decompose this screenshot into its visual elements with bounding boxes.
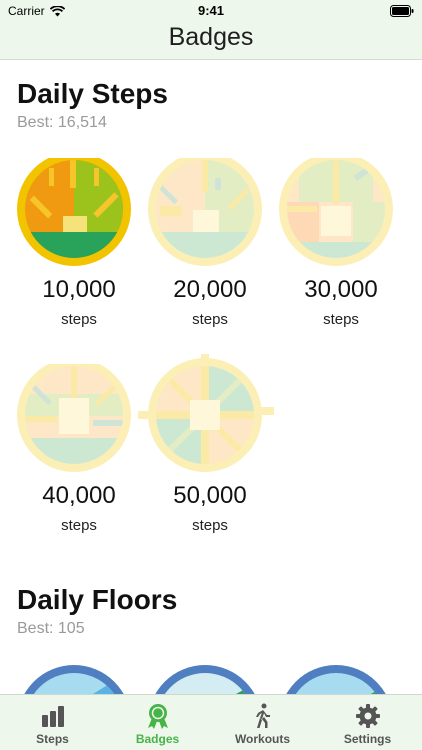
page-title: Badges	[168, 23, 254, 51]
gear-icon	[356, 704, 380, 728]
steps-badge-locked-icon	[279, 158, 393, 266]
bar-chart-icon	[42, 706, 64, 727]
steps-badge-locked-icon	[17, 364, 131, 472]
status-bar: Carrier 9:41	[0, 0, 422, 22]
tab-label: Steps	[36, 732, 69, 746]
section-title-daily-steps: Daily Steps	[17, 78, 168, 109]
badge-steps-50000[interactable]: 50,000 steps	[138, 354, 275, 544]
section-best-daily-floors: Best: 105	[17, 620, 85, 637]
badge-value: 40,000	[42, 482, 116, 509]
badge-unit: steps	[61, 517, 97, 534]
navigation-bar: Badges	[0, 22, 422, 60]
badge-value: 30,000	[304, 276, 378, 303]
tab-workouts[interactable]: Workouts	[210, 695, 315, 750]
floors-badge-icon[interactable]	[17, 664, 141, 694]
tab-steps[interactable]: Steps	[0, 695, 105, 750]
tab-badges[interactable]: Badges	[105, 695, 210, 750]
section-title-daily-floors: Daily Floors	[17, 584, 178, 615]
tab-bar: Steps Badges Workouts Settings	[0, 694, 422, 750]
badge-steps-30000[interactable]: 30,000 steps	[276, 158, 406, 338]
floors-badge-icon[interactable]	[279, 664, 403, 694]
badge-unit: steps	[323, 311, 359, 328]
tab-label: Workouts	[234, 732, 291, 746]
tab-label: Settings	[343, 732, 392, 746]
badge-steps-40000[interactable]: 40,000 steps	[14, 364, 144, 544]
badge-steps-10000[interactable]: 10,000 steps	[14, 158, 144, 338]
badge-steps-20000[interactable]: 20,000 steps	[145, 158, 275, 338]
clock: 9:41	[197, 3, 225, 18]
tab-label: Badges	[135, 732, 180, 746]
badge-unit: steps	[192, 311, 228, 328]
badge-value: 50,000	[173, 482, 247, 509]
battery-icon	[390, 5, 414, 17]
badge-value: 20,000	[173, 276, 247, 303]
badge-unit: steps	[192, 517, 228, 534]
tab-settings[interactable]: Settings	[315, 695, 420, 750]
badge-unit: steps	[61, 311, 97, 328]
floors-badge-icon[interactable]	[148, 664, 272, 694]
ribbon-icon	[148, 704, 168, 729]
steps-badge-locked-icon	[148, 158, 262, 266]
section-best-daily-steps: Best: 16,514	[17, 114, 107, 131]
badges-scroll-view[interactable]: Daily Steps Best: 16,514 10,000 steps 20…	[0, 60, 422, 694]
steps-badge-earned-icon	[17, 158, 131, 266]
badge-value: 10,000	[42, 276, 116, 303]
steps-badge-locked-icon	[138, 354, 274, 472]
walking-person-icon	[256, 703, 270, 728]
